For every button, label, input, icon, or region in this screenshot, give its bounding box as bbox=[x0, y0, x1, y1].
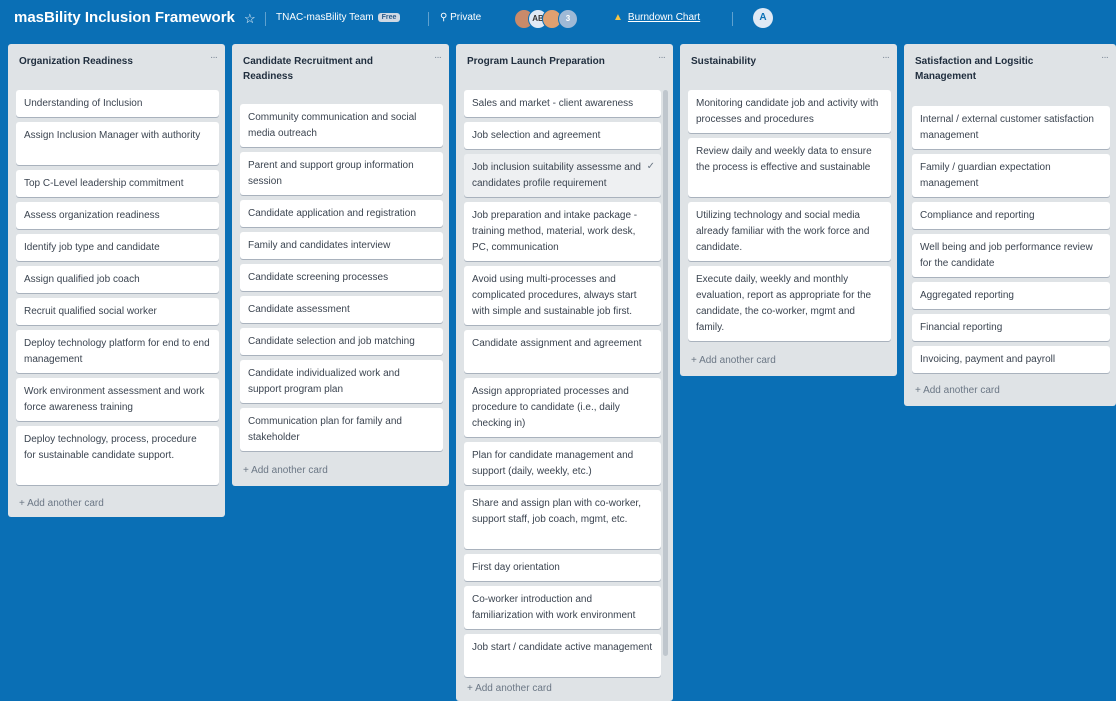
list-scrollbar[interactable] bbox=[663, 90, 668, 656]
list-title[interactable]: Sustainability bbox=[680, 44, 897, 69]
team-plan-badge: Free bbox=[377, 13, 401, 22]
list-menu-icon[interactable]: ··· bbox=[1101, 52, 1109, 63]
list-title[interactable]: Program Launch Preparation bbox=[456, 44, 673, 69]
card[interactable]: Candidate screening processes bbox=[240, 264, 443, 291]
card[interactable]: Assess organization readiness bbox=[16, 202, 219, 229]
burndown-chart-button[interactable]: ▲ Burndown Chart bbox=[613, 12, 700, 23]
card[interactable]: Candidate application and registration bbox=[240, 200, 443, 227]
card[interactable]: Plan for candidate management and suppor… bbox=[464, 442, 661, 485]
list-satisfaction-logistic: Satisfaction and Logsitic Management ···… bbox=[904, 44, 1116, 406]
header-divider bbox=[428, 12, 429, 26]
add-card-button[interactable]: + Add another card bbox=[915, 385, 1000, 396]
card[interactable]: Communication plan for family and stakeh… bbox=[240, 408, 443, 451]
header-divider bbox=[732, 12, 733, 26]
card[interactable]: Deploy technology platform for end to en… bbox=[16, 330, 219, 373]
member-count-badge[interactable]: 3 bbox=[558, 9, 578, 29]
star-icon[interactable]: ☆ bbox=[244, 11, 256, 27]
card[interactable]: Job preparation and intake package - tra… bbox=[464, 202, 661, 261]
flame-icon: ▲ bbox=[613, 12, 623, 23]
card[interactable]: First day orientation bbox=[464, 554, 661, 581]
card[interactable]: Work environment assessment and work for… bbox=[16, 378, 219, 421]
list-menu-icon[interactable]: ··· bbox=[882, 52, 890, 63]
edit-pencil-icon[interactable]: ✓ bbox=[647, 159, 655, 175]
card[interactable]: Family and candidates interview bbox=[240, 232, 443, 259]
card[interactable]: Review daily and weekly data to ensure t… bbox=[688, 138, 891, 197]
card[interactable]: Job selection and agreement bbox=[464, 122, 661, 149]
list-title[interactable]: Satisfaction and Logsitic Management bbox=[904, 44, 1116, 84]
list-menu-icon[interactable]: ··· bbox=[658, 52, 666, 63]
user-avatar[interactable]: A bbox=[753, 8, 773, 28]
card[interactable]: Candidate assignment and agreement bbox=[464, 330, 661, 373]
card[interactable]: Sales and market - client awareness bbox=[464, 90, 661, 117]
card[interactable]: Well being and job performance review fo… bbox=[912, 234, 1110, 277]
card[interactable]: Job start / candidate active management bbox=[464, 634, 661, 677]
board-title[interactable]: masBility Inclusion Framework bbox=[14, 9, 235, 26]
card[interactable]: Candidate individualized work and suppor… bbox=[240, 360, 443, 403]
card[interactable]: Assign appropriated processes and proced… bbox=[464, 378, 661, 437]
header-divider bbox=[265, 12, 266, 26]
card[interactable]: Assign qualified job coach bbox=[16, 266, 219, 293]
card[interactable]: Aggregated reporting bbox=[912, 282, 1110, 309]
card[interactable]: Avoid using multi-processes and complica… bbox=[464, 266, 661, 325]
card[interactable]: Internal / external customer satisfactio… bbox=[912, 106, 1110, 149]
team-name: TNAC-masBility Team bbox=[276, 12, 374, 23]
card[interactable]: Candidate assessment bbox=[240, 296, 443, 323]
lock-icon: ⚲ bbox=[440, 12, 448, 23]
list-title[interactable]: Candidate Recruitment and Readiness bbox=[232, 44, 449, 84]
card[interactable]: Share and assign plan with co-worker, su… bbox=[464, 490, 661, 549]
card[interactable]: Family / guardian expectation management bbox=[912, 154, 1110, 197]
card[interactable]: Top C-Level leadership commitment bbox=[16, 170, 219, 197]
list-organization-readiness: Organization Readiness ··· Understanding… bbox=[8, 44, 225, 517]
card[interactable]: Parent and support group information ses… bbox=[240, 152, 443, 195]
privacy-button[interactable]: ⚲ Private bbox=[440, 12, 481, 23]
card[interactable]: Monitoring candidate job and activity wi… bbox=[688, 90, 891, 133]
card[interactable]: Utilizing technology and social media al… bbox=[688, 202, 891, 261]
card[interactable]: Co-worker introduction and familiarizati… bbox=[464, 586, 661, 629]
list-menu-icon[interactable]: ··· bbox=[210, 52, 218, 63]
team-button[interactable]: TNAC-masBility Team Free bbox=[276, 12, 401, 23]
add-card-button[interactable]: + Add another card bbox=[691, 355, 776, 366]
privacy-label: Private bbox=[450, 12, 482, 23]
add-card-button[interactable]: + Add another card bbox=[243, 465, 328, 476]
card[interactable]: Assign Inclusion Manager with authority bbox=[16, 122, 219, 165]
card[interactable]: Compliance and reporting bbox=[912, 202, 1110, 229]
board-header: masBility Inclusion Framework ☆ TNAC-mas… bbox=[0, 0, 1116, 38]
list-menu-icon[interactable]: ··· bbox=[434, 52, 442, 63]
card[interactable]: Understanding of Inclusion bbox=[16, 90, 219, 117]
card[interactable]: Deploy technology, process, procedure fo… bbox=[16, 426, 219, 485]
card-hovered[interactable]: Job inclusion suitability assessme and c… bbox=[464, 154, 661, 197]
list-candidate-recruitment: Candidate Recruitment and Readiness ··· … bbox=[232, 44, 449, 486]
card[interactable]: Recruit qualified social worker bbox=[16, 298, 219, 325]
card[interactable]: Identify job type and candidate bbox=[16, 234, 219, 261]
list-program-launch: Program Launch Preparation ··· Sales and… bbox=[456, 44, 673, 701]
card[interactable]: Invoicing, payment and payroll bbox=[912, 346, 1110, 373]
powerup-label: Burndown Chart bbox=[627, 12, 701, 23]
list-title[interactable]: Organization Readiness bbox=[8, 44, 225, 69]
board-members[interactable]: AB 3 bbox=[514, 9, 604, 29]
card[interactable]: Candidate selection and job matching bbox=[240, 328, 443, 355]
card[interactable]: Financial reporting bbox=[912, 314, 1110, 341]
card[interactable]: Community communication and social media… bbox=[240, 104, 443, 147]
add-card-button[interactable]: + Add another card bbox=[467, 683, 552, 694]
card[interactable]: Execute daily, weekly and monthly evalua… bbox=[688, 266, 891, 341]
add-card-button[interactable]: + Add another card bbox=[19, 498, 104, 509]
card-text: Job inclusion suitability assessme and c… bbox=[472, 162, 641, 189]
list-sustainability: Sustainability ··· Monitoring candidate … bbox=[680, 44, 897, 376]
